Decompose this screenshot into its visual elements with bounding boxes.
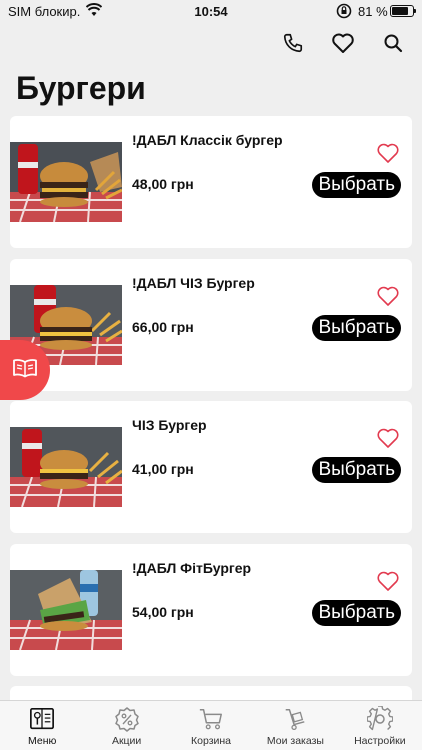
hand-truck-icon [282,706,308,732]
product-price: 66,00 грн [132,318,194,335]
bottom-tab-bar: Меню Акции Корзина Мои заказы Настройки [0,700,422,750]
tab-label: Корзина [191,735,232,747]
select-button[interactable]: Выбрать [312,314,401,341]
product-name: ЧІЗ Бургер [132,417,207,433]
tab-promotions[interactable]: Акции [84,701,168,750]
product-name: !ДАБЛ ЧІЗ Бургер [132,274,255,291]
search-icon[interactable] [380,30,406,56]
battery-icon [390,5,416,17]
tab-label: Мои заказы [266,735,324,747]
product-list: !ДАБЛ Классік бургер 48,00 грн Выбрать !… [10,116,412,717]
tab-cart[interactable]: Корзина [169,701,253,750]
product-card[interactable]: !ДАБЛ Классік бургер 48,00 грн Выбрать [10,116,412,248]
page-title: Бургери [16,70,146,106]
product-image [10,142,122,222]
tab-menu[interactable]: Меню [0,701,84,750]
tab-label: Меню [28,735,57,747]
tab-my-orders[interactable]: Мои заказы [253,701,337,750]
favorite-heart-icon[interactable] [376,427,400,449]
product-image [10,569,122,650]
discount-badge-icon [114,706,140,732]
favorite-heart-icon[interactable] [376,142,400,164]
select-button[interactable]: Выбрать [312,172,401,198]
product-image [10,427,122,507]
product-card[interactable]: !ДАБЛ ЧІЗ Бургер 66,00 грн Выбрать [10,258,412,391]
phone-icon[interactable] [280,30,306,56]
orientation-lock-icon [336,3,352,22]
cart-icon [198,706,224,732]
header-actions [280,30,406,58]
favorite-heart-icon[interactable] [376,285,400,307]
battery-percent: 81 % [358,4,388,19]
product-name: !ДАБЛ Классік бургер [132,132,283,148]
menu-book-icon [29,706,55,732]
gear-icon [366,706,393,732]
status-bar: SIM блокир. 10:54 81 % [0,0,422,24]
open-book-icon [12,358,38,383]
product-card[interactable]: !ДАБЛ ФітБургер 54,00 грн Выбрать [10,543,412,676]
tab-label: Настройки [354,735,406,747]
product-price: 41,00 грн [132,461,194,477]
tab-label: Акции [111,735,142,747]
favorites-heart-icon[interactable] [330,30,356,56]
select-button[interactable]: Выбрать [312,599,401,626]
product-card[interactable]: ЧІЗ Бургер 41,00 грн Выбрать [10,401,412,533]
product-price: 48,00 грн [132,176,194,192]
tab-settings[interactable]: Настройки [338,701,422,750]
product-name: !ДАБЛ ФітБургер [132,559,252,576]
select-button[interactable]: Выбрать [312,457,401,483]
product-price: 54,00 грн [132,603,194,620]
favorite-heart-icon[interactable] [376,570,400,592]
